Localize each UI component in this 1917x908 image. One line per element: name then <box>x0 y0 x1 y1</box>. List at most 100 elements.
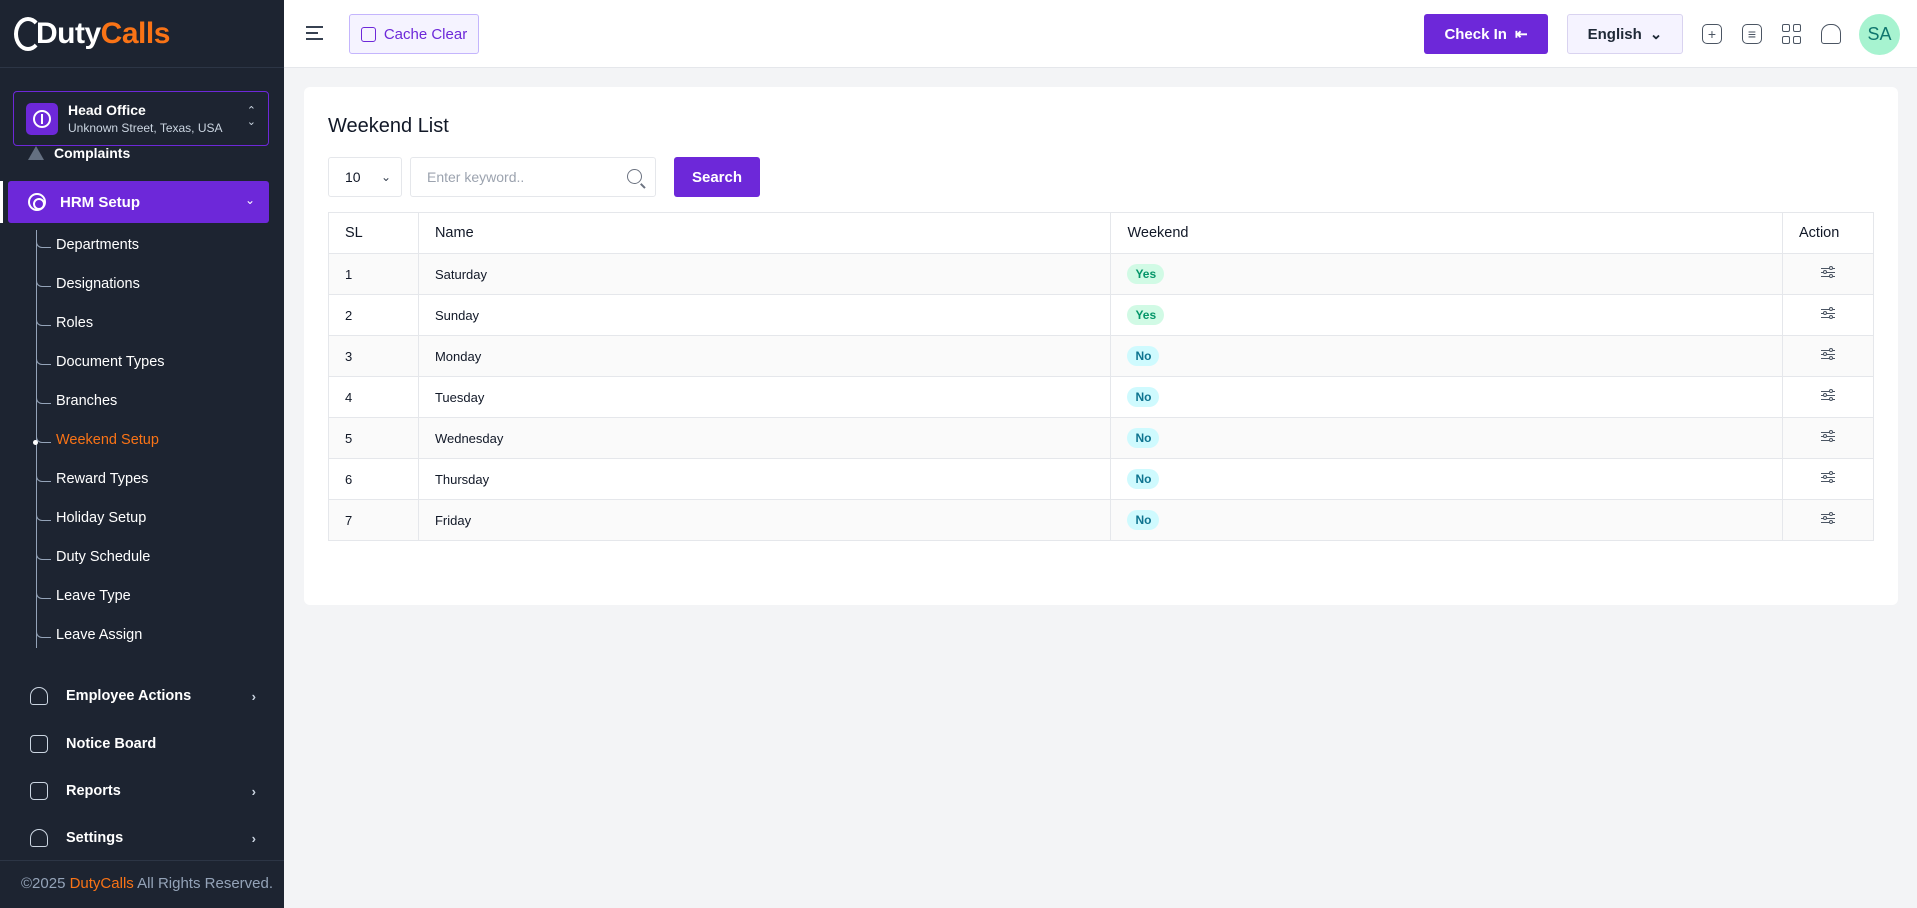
column-header-weekend[interactable]: Weekend <box>1110 212 1783 254</box>
add-icon[interactable]: + <box>1702 24 1722 44</box>
weekend-status-badge: No <box>1127 510 1160 530</box>
cell-sl: 6 <box>328 458 419 500</box>
settings-sliders-icon[interactable] <box>1821 429 1835 443</box>
cell-name: Monday <box>417 335 1112 377</box>
cell-sl: 5 <box>328 417 419 459</box>
branch-icon <box>26 102 58 135</box>
chevron-down-icon: ⌄ <box>244 193 255 207</box>
sidebar-subitem-leave-type[interactable]: Leave Type <box>36 581 276 620</box>
cell-name: Thursday <box>417 458 1112 500</box>
column-header-name[interactable]: Name <box>417 212 1112 254</box>
sidebar: DutyCalls Complaints Head Office Unknown… <box>0 0 284 908</box>
sidebar-item-complaints[interactable]: Complaints <box>28 145 130 161</box>
warning-icon <box>28 146 44 160</box>
table-row: 7 Friday No <box>328 499 1874 541</box>
chevron-right-icon: › <box>251 830 256 846</box>
sidebar-item-notice-board[interactable]: Notice Board <box>0 721 284 767</box>
table-row: 6 Thursday No <box>328 458 1874 500</box>
per-page-select[interactable]: 10 ⌄ <box>328 157 402 197</box>
sidebar-item-reports[interactable]: Reports › <box>0 768 284 814</box>
apps-grid-icon[interactable] <box>1781 24 1801 44</box>
cell-name: Sunday <box>417 294 1112 336</box>
cell-sl: 2 <box>328 294 419 336</box>
language-select[interactable]: English ⌄ <box>1567 14 1683 54</box>
table-row: 3 Monday No <box>328 335 1874 377</box>
chat-icon[interactable]: ≡ <box>1742 24 1762 44</box>
weekend-table: SL Name Weekend Action 1 Saturday Yes 2 … <box>328 212 1874 541</box>
menu-icon[interactable] <box>306 26 323 40</box>
sidebar-item-employee-actions[interactable]: Employee Actions › <box>0 673 284 719</box>
logo-text-duty: Duty <box>36 16 101 50</box>
gear-icon <box>30 829 48 847</box>
sidebar-subitem-duty-schedule[interactable]: Duty Schedule <box>36 542 276 581</box>
sidebar-subitem-reward-types[interactable]: Reward Types <box>36 464 276 503</box>
search-input[interactable] <box>411 158 611 196</box>
sidebar-subitem-branches[interactable]: Branches <box>36 386 276 425</box>
cache-icon <box>360 26 376 42</box>
cell-sl: 7 <box>328 499 419 541</box>
sidebar-item-label: Complaints <box>54 145 131 161</box>
sidebar-subitem-holiday-setup[interactable]: Holiday Setup <box>36 503 276 542</box>
sidebar-subitem-designations[interactable]: Designations <box>36 269 276 308</box>
branch-switcher[interactable]: Head Office Unknown Street, Texas, USA ⌃… <box>13 91 269 146</box>
sidebar-subitem-leave-assign[interactable]: Leave Assign <box>36 620 276 659</box>
weekend-status-badge: No <box>1127 387 1160 407</box>
sidebar-subitem-departments[interactable]: Departments <box>36 230 276 269</box>
search-icon[interactable] <box>627 169 642 184</box>
check-in-button[interactable]: Check In ⇤ <box>1424 14 1548 54</box>
cell-sl: 3 <box>328 335 419 377</box>
settings-icon <box>28 193 46 211</box>
user-icon <box>30 687 48 705</box>
search-box <box>410 157 656 197</box>
cell-sl: 1 <box>328 253 419 295</box>
cell-name: Saturday <box>417 253 1112 295</box>
chart-icon <box>30 782 48 800</box>
settings-sliders-icon[interactable] <box>1821 511 1835 525</box>
sign-in-icon: ⇤ <box>1514 26 1528 43</box>
settings-sliders-icon[interactable] <box>1821 388 1835 402</box>
chevron-right-icon: › <box>251 783 256 799</box>
table-row: 1 Saturday Yes <box>328 253 1874 295</box>
cell-sl: 4 <box>328 376 419 418</box>
settings-sliders-icon[interactable] <box>1821 306 1835 320</box>
sidebar-item-settings[interactable]: Settings › <box>0 815 284 861</box>
avatar[interactable]: SA <box>1859 14 1900 55</box>
sidebar-footer: ©2025 DutyCalls All Rights Reserved. <box>0 860 284 908</box>
weekend-status-badge: No <box>1127 469 1160 489</box>
chevron-down-icon: ⌄ <box>380 170 391 184</box>
cell-name: Wednesday <box>417 417 1112 459</box>
sidebar-subitem-weekend-setup[interactable]: Weekend Setup <box>33 425 276 464</box>
weekend-status-badge: No <box>1127 346 1160 366</box>
sidebar-item-label: Notice Board <box>66 736 157 752</box>
weekend-status-badge: Yes <box>1127 305 1165 325</box>
sidebar-item-hrm-setup[interactable]: HRM Setup ⌄ <box>8 181 269 223</box>
sidebar-item-label: Reports <box>66 783 121 799</box>
bell-icon[interactable] <box>1821 24 1841 44</box>
cell-name: Tuesday <box>417 376 1112 418</box>
footer-brand: DutyCalls <box>69 875 134 892</box>
sidebar-subitem-roles[interactable]: Roles <box>36 308 276 347</box>
chevron-updown-icon: ⌃ ⌄ <box>246 105 256 128</box>
cache-clear-button[interactable]: Cache Clear <box>349 14 479 54</box>
settings-sliders-icon[interactable] <box>1821 265 1835 279</box>
branch-name: Head Office <box>68 102 146 118</box>
weekend-list-card: Weekend List 10 ⌄ Search SL Name Weekend… <box>304 87 1898 605</box>
calendar-icon <box>30 735 48 753</box>
sidebar-item-label: Employee Actions <box>66 688 192 704</box>
hrm-submenu: Departments Designations Roles Document … <box>33 230 276 659</box>
page-title: Weekend List <box>328 115 449 137</box>
column-header-sl[interactable]: SL <box>328 212 419 254</box>
chevron-down-icon: ⌄ <box>1649 26 1663 43</box>
logo[interactable]: DutyCalls <box>0 0 284 68</box>
sidebar-subitem-document-types[interactable]: Document Types <box>36 347 276 386</box>
table-row: 4 Tuesday No <box>328 376 1874 418</box>
chevron-right-icon: › <box>251 688 256 704</box>
sidebar-item-label: Settings <box>66 830 124 846</box>
settings-sliders-icon[interactable] <box>1821 347 1835 361</box>
search-button[interactable]: Search <box>674 157 760 197</box>
weekend-status-badge: Yes <box>1127 264 1165 284</box>
column-header-action: Action <box>1782 212 1874 254</box>
sidebar-item-label: HRM Setup <box>60 193 140 211</box>
logo-text-calls: Calls <box>100 16 171 50</box>
settings-sliders-icon[interactable] <box>1821 470 1835 484</box>
